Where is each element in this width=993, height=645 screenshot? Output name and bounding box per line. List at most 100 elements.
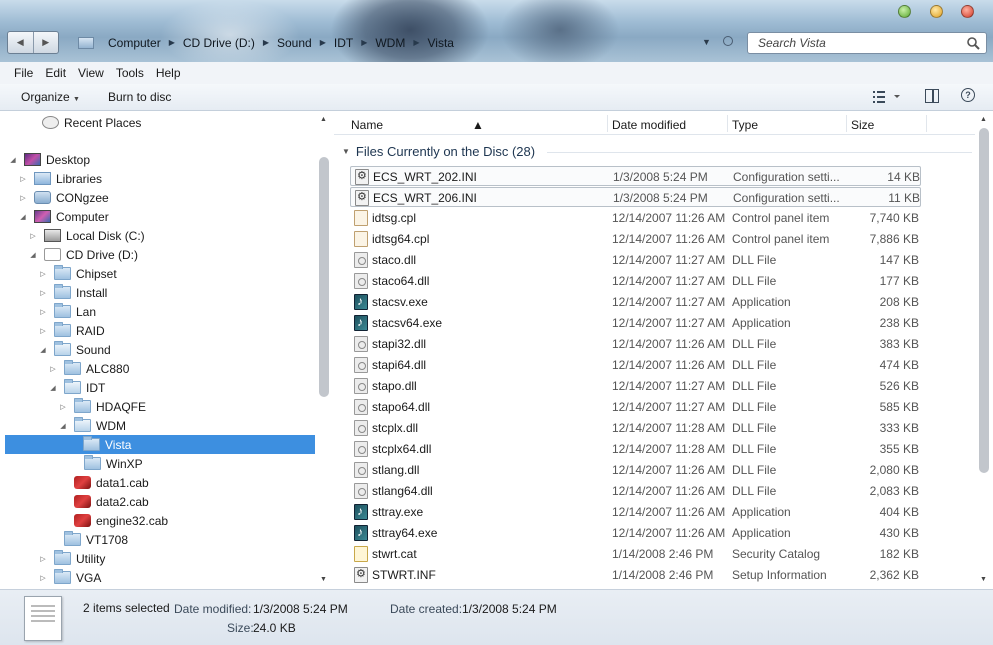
- nav-item-data2-cab[interactable]: data2.cab: [74, 492, 149, 511]
- nav-item-vt1708[interactable]: VT1708: [64, 530, 128, 549]
- nav-item-chipset[interactable]: ▷ Chipset: [38, 264, 117, 283]
- file-row[interactable]: sttray64.exe 12/14/2007 11:26 AM Applicati…: [350, 523, 921, 543]
- breadcrumb-sound[interactable]: Sound: [273, 36, 316, 50]
- nav-item-desktop[interactable]: ◢ Desktop: [8, 150, 90, 169]
- file-row[interactable]: stacsv.exe 12/14/2007 11:27 AM Application…: [350, 292, 921, 312]
- menu-view[interactable]: View: [72, 66, 110, 80]
- nav-item-install[interactable]: ▷ Install: [38, 283, 107, 302]
- expanded-arrow-icon[interactable]: ◢: [28, 251, 38, 259]
- file-row[interactable]: STWRT.INF 1/14/2008 2:46 PM Setup Informat…: [350, 565, 921, 585]
- nav-item-idt[interactable]: ◢ IDT: [48, 378, 105, 397]
- nav-item-raid[interactable]: ▷ RAID: [38, 321, 105, 340]
- nav-item-data1-cab[interactable]: data1.cab: [74, 473, 149, 492]
- file-row[interactable]: sttray.exe 12/14/2007 11:26 AM Application…: [350, 502, 921, 522]
- nav-scroll-thumb[interactable]: [319, 157, 329, 397]
- organize-button[interactable]: Organize ▼: [21, 90, 80, 104]
- nav-item-cd-drive[interactable]: ◢ CD Drive (D:): [28, 245, 138, 264]
- nav-item-recent-places[interactable]: Recent Places: [26, 113, 141, 132]
- collapsed-arrow-icon[interactable]: ▷: [58, 403, 68, 411]
- menu-help[interactable]: Help: [150, 66, 187, 80]
- breadcrumb-separator-icon[interactable]: ▶: [409, 38, 423, 47]
- file-list-scrollbar[interactable]: ▲ ▼: [975, 112, 993, 589]
- breadcrumb-idt[interactable]: IDT: [330, 36, 357, 50]
- expanded-arrow-icon[interactable]: ◢: [18, 213, 28, 221]
- collapsed-arrow-icon[interactable]: ▷: [38, 270, 48, 278]
- address-bar[interactable]: Computer ▶ CD Drive (D:) ▶ Sound ▶ IDT ▶…: [72, 31, 458, 54]
- column-type[interactable]: Type: [732, 118, 758, 132]
- file-row[interactable]: ECS_WRT_202.INI 1/3/2008 5:24 PM Configura…: [350, 166, 921, 186]
- nav-item-computer[interactable]: ◢ Computer: [18, 207, 108, 226]
- file-row[interactable]: stwrt.cat 1/14/2008 2:46 PM Security Catal…: [350, 544, 921, 564]
- collapsed-arrow-icon[interactable]: ▷: [18, 194, 28, 202]
- menu-tools[interactable]: Tools: [110, 66, 150, 80]
- file-row[interactable]: stcplx64.dll 12/14/2007 11:28 AM DLL File 3…: [350, 439, 921, 459]
- nav-item-winxp[interactable]: WinXP: [84, 454, 143, 473]
- help-icon[interactable]: ?: [961, 88, 975, 102]
- breadcrumb-vista[interactable]: Vista: [424, 36, 458, 50]
- breadcrumb-wdm[interactable]: WDM: [371, 36, 409, 50]
- collapsed-arrow-icon[interactable]: ▷: [38, 555, 48, 563]
- file-row[interactable]: idtsg64.cpl 12/14/2007 11:26 AM Control pa…: [350, 229, 921, 249]
- expanded-arrow-icon[interactable]: ◢: [38, 346, 48, 354]
- menu-edit[interactable]: Edit: [39, 66, 72, 80]
- address-dropdown-icon[interactable]: ▼: [702, 37, 711, 47]
- nav-item-congzee[interactable]: ▷ CONgzee: [18, 188, 108, 207]
- file-row[interactable]: stacsv64.exe 12/14/2007 11:27 AM Applicati…: [350, 313, 921, 333]
- nav-item-vga[interactable]: ▷ VGA: [38, 568, 101, 587]
- expanded-arrow-icon[interactable]: ◢: [58, 422, 68, 430]
- maximize-button[interactable]: [898, 5, 911, 18]
- collapsed-arrow-icon[interactable]: ▷: [38, 574, 48, 582]
- collapsed-arrow-icon[interactable]: ▷: [38, 289, 48, 297]
- breadcrumb-computer[interactable]: Computer: [104, 36, 165, 50]
- file-row[interactable]: stlang.dll 12/14/2007 11:26 AM DLL File 2,0…: [350, 460, 921, 480]
- burn-to-disc-button[interactable]: Burn to disc: [108, 90, 171, 104]
- expanded-arrow-icon[interactable]: ◢: [8, 156, 18, 164]
- nav-item-hdaqfe[interactable]: ▷ HDAQFE: [58, 397, 146, 416]
- scroll-down-icon[interactable]: ▼: [320, 576, 327, 583]
- column-date-modified[interactable]: Date modified: [612, 118, 686, 132]
- menu-file[interactable]: File: [8, 66, 39, 80]
- file-row[interactable]: stapo.dll 12/14/2007 11:27 AM DLL File 526 …: [350, 376, 921, 396]
- group-header[interactable]: ▼ Files Currently on the Disc (28): [342, 144, 972, 159]
- file-row[interactable]: stapi64.dll 12/14/2007 11:26 AM DLL File 47…: [350, 355, 921, 375]
- minimize-button[interactable]: [930, 5, 943, 18]
- scroll-up-icon[interactable]: ▲: [320, 116, 327, 123]
- file-row[interactable]: stcplx.dll 12/14/2007 11:28 AM DLL File 333…: [350, 418, 921, 438]
- breadcrumb-separator-icon[interactable]: ▶: [357, 38, 371, 47]
- refresh-icon[interactable]: [723, 36, 733, 46]
- file-row[interactable]: idtsg.cpl 12/14/2007 11:26 AM Control pane…: [350, 208, 921, 228]
- expanded-arrow-icon[interactable]: ◢: [48, 384, 58, 392]
- column-size[interactable]: Size: [851, 118, 874, 132]
- nav-item-sound[interactable]: ◢ Sound: [38, 340, 111, 359]
- change-view-icon[interactable]: [872, 89, 902, 105]
- close-button[interactable]: [961, 5, 974, 18]
- search-input[interactable]: Search Vista: [747, 32, 987, 54]
- nav-item-alc880[interactable]: ▷ ALC880: [48, 359, 129, 378]
- scroll-down-icon[interactable]: ▼: [980, 576, 987, 583]
- nav-item-engine32-cab[interactable]: engine32.cab: [74, 511, 168, 530]
- file-row[interactable]: stlang64.dll 12/14/2007 11:26 AM DLL File 2…: [350, 481, 921, 501]
- nav-item-utility[interactable]: ▷ Utility: [38, 549, 105, 568]
- collapsed-arrow-icon[interactable]: ▷: [28, 232, 38, 240]
- breadcrumb-separator-icon[interactable]: ▶: [259, 38, 273, 47]
- collapsed-arrow-icon[interactable]: ▷: [38, 308, 48, 316]
- breadcrumb-cd-drive[interactable]: CD Drive (D:): [179, 36, 259, 50]
- collapsed-arrow-icon[interactable]: ▷: [38, 327, 48, 335]
- file-row[interactable]: stapi32.dll 12/14/2007 11:26 AM DLL File 38…: [350, 334, 921, 354]
- file-row[interactable]: ECS_WRT_206.INI 1/3/2008 5:24 PM Configura…: [350, 187, 921, 207]
- nav-scrollbar[interactable]: ▲ ▼: [315, 112, 333, 589]
- nav-item-lan[interactable]: ▷ Lan: [38, 302, 96, 321]
- group-collapse-icon[interactable]: ▼: [342, 147, 350, 156]
- back-button[interactable]: ◀: [8, 32, 34, 53]
- file-list-scroll-thumb[interactable]: [979, 128, 989, 473]
- nav-item-libraries[interactable]: ▷ Libraries: [18, 169, 102, 188]
- nav-item-local-disk[interactable]: ▷ Local Disk (C:): [28, 226, 144, 245]
- file-row[interactable]: staco.dll 12/14/2007 11:27 AM DLL File 147 …: [350, 250, 921, 270]
- nav-item-wdm[interactable]: ◢ WDM: [58, 416, 126, 435]
- collapsed-arrow-icon[interactable]: ▷: [48, 365, 58, 373]
- search-icon[interactable]: [966, 36, 980, 50]
- breadcrumb-separator-icon[interactable]: ▶: [165, 38, 179, 47]
- column-name[interactable]: Name: [351, 118, 383, 132]
- file-row[interactable]: stapo64.dll 12/14/2007 11:27 AM DLL File 58…: [350, 397, 921, 417]
- file-row[interactable]: staco64.dll 12/14/2007 11:27 AM DLL File 17…: [350, 271, 921, 291]
